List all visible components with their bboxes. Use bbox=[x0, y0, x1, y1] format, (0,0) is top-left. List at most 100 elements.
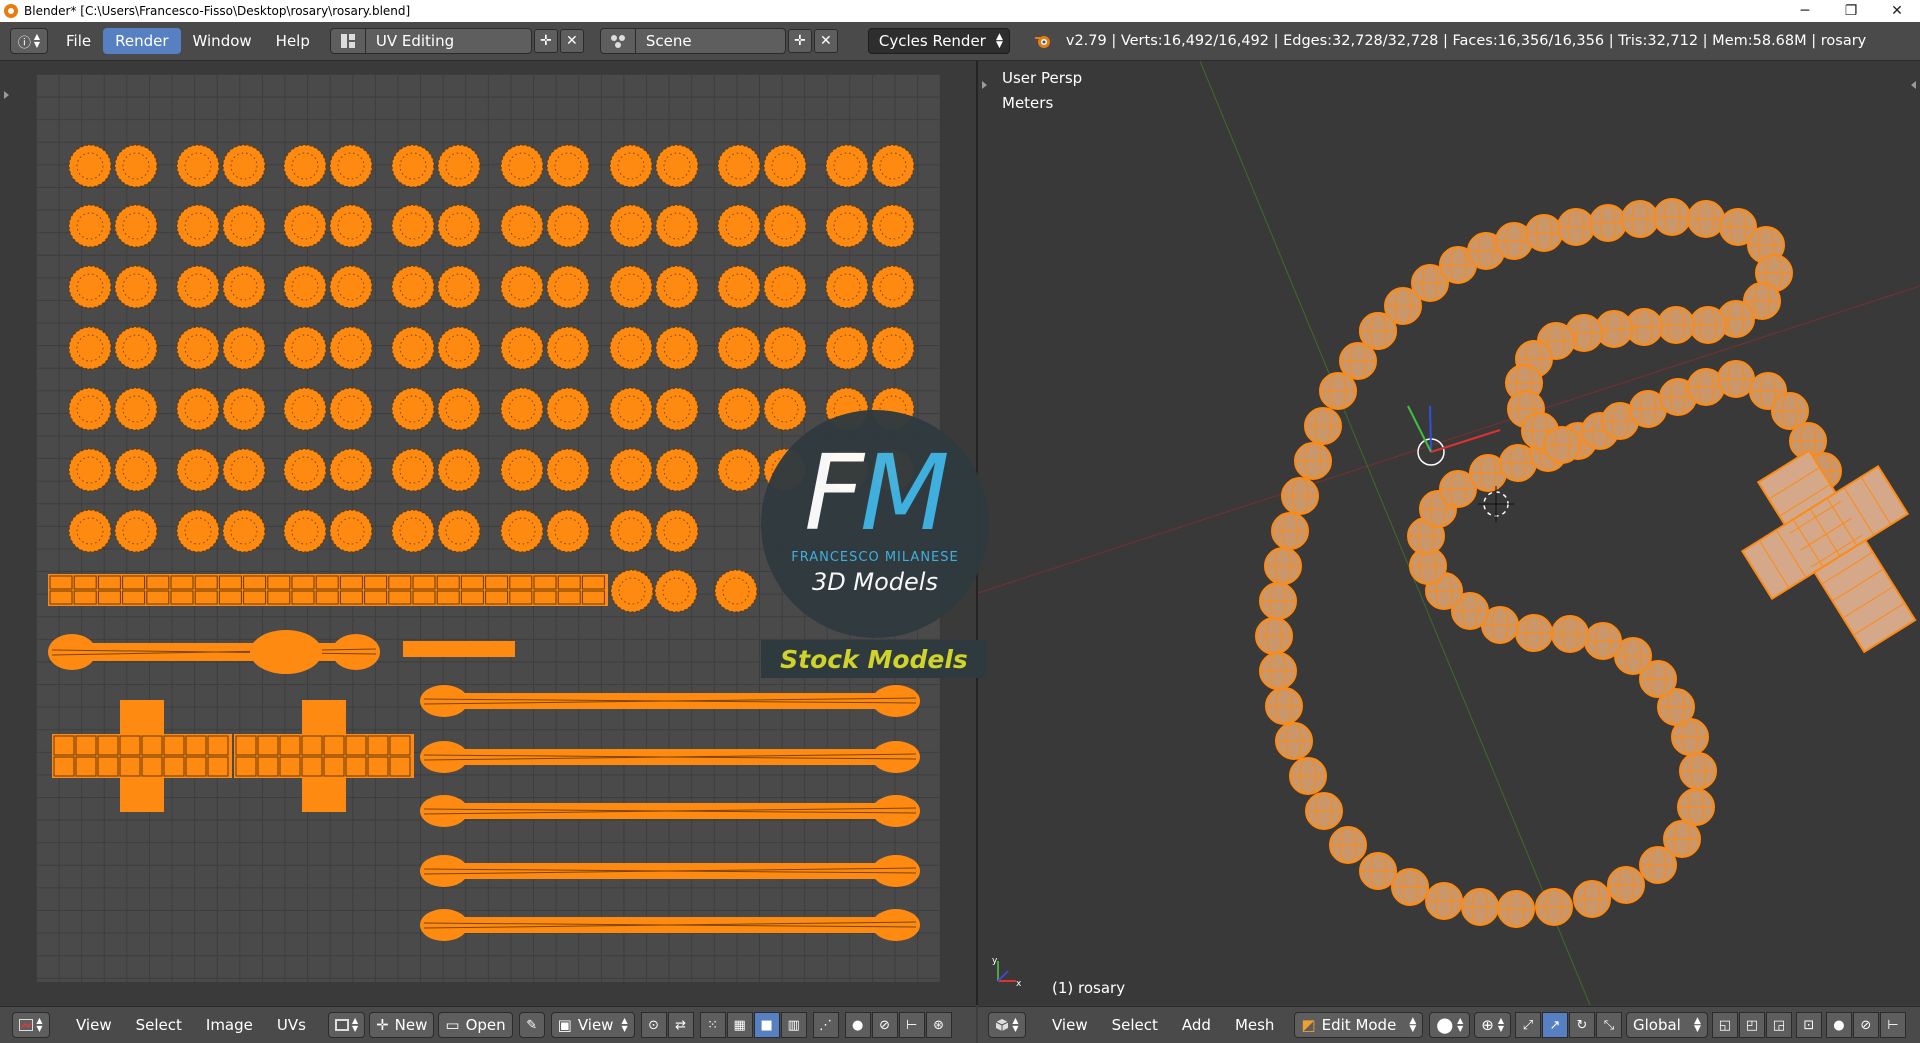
viewport-shading-dropdown[interactable]: ⬤ ▲ ▼ bbox=[1429, 1012, 1471, 1038]
rosary-bead[interactable] bbox=[1557, 208, 1595, 246]
uv-link-island[interactable] bbox=[420, 855, 920, 887]
manipulator-z-arrow[interactable] bbox=[1429, 405, 1432, 453]
pin-icon[interactable]: ✎ bbox=[518, 1012, 545, 1038]
uv-bead-island[interactable] bbox=[546, 144, 590, 188]
uv-bead-island[interactable] bbox=[500, 448, 544, 492]
rosary-bead[interactable] bbox=[1573, 880, 1611, 918]
uv-bead-island[interactable] bbox=[871, 144, 915, 188]
uv-bead-island[interactable] bbox=[114, 265, 158, 309]
uv-bead-island[interactable] bbox=[609, 387, 653, 431]
add-scene-plus-icon[interactable]: ✛ bbox=[787, 29, 812, 53]
uv-bead-island[interactable] bbox=[68, 204, 112, 248]
uv-bead-island[interactable] bbox=[437, 326, 481, 370]
uv-menu-image[interactable]: Image bbox=[194, 1016, 265, 1034]
rosary-bead[interactable] bbox=[1359, 852, 1397, 890]
snap-icon[interactable]: ⊘ bbox=[871, 1012, 898, 1038]
uv-cross-island[interactable] bbox=[52, 700, 232, 812]
sticky-mode-icon[interactable]: ⋰ bbox=[812, 1012, 839, 1038]
uv-bead-island[interactable] bbox=[176, 204, 220, 248]
uv-bead-island[interactable] bbox=[546, 204, 590, 248]
uv-bead-island[interactable] bbox=[68, 387, 112, 431]
scene-icon[interactable] bbox=[601, 29, 636, 53]
uv-bead-island[interactable] bbox=[391, 387, 435, 431]
rosary-bead[interactable] bbox=[1551, 615, 1589, 653]
uv-bead-island[interactable] bbox=[610, 569, 654, 613]
uv-bead-island[interactable] bbox=[546, 265, 590, 309]
rosary-bead[interactable] bbox=[1689, 306, 1727, 344]
info-editor-type-button[interactable]: ⓘ ▲ ▼ bbox=[10, 28, 48, 54]
uv-bead-island[interactable] bbox=[176, 265, 220, 309]
uv-bead-island[interactable] bbox=[763, 265, 807, 309]
uv-bead-island[interactable] bbox=[437, 265, 481, 309]
uv-bead-island[interactable] bbox=[763, 204, 807, 248]
uv-bead-island[interactable] bbox=[500, 387, 544, 431]
uv-bead-island[interactable] bbox=[176, 144, 220, 188]
vertex-select-mode-icon[interactable]: ◱ bbox=[1711, 1012, 1738, 1038]
uv-bead-island[interactable] bbox=[329, 144, 373, 188]
snap-target-icon[interactable]: ⊢ bbox=[898, 1012, 925, 1038]
proportional-edit-icon[interactable]: ● bbox=[1825, 1012, 1852, 1038]
rosary-bead[interactable] bbox=[1515, 614, 1553, 652]
uv-bead-island[interactable] bbox=[283, 144, 327, 188]
menu-help[interactable]: Help bbox=[264, 28, 322, 54]
uv-bead-island[interactable] bbox=[283, 387, 327, 431]
uv-bead-island[interactable] bbox=[222, 387, 266, 431]
rosary-bead[interactable] bbox=[1329, 826, 1367, 864]
3d-viewport[interactable]: User Persp Meters (1) rosary y x bbox=[978, 61, 1920, 1005]
uv-bead-island[interactable] bbox=[437, 448, 481, 492]
render-engine-dropdown[interactable]: Cycles Render ▲ ▼ bbox=[867, 28, 1010, 54]
rosary-bead[interactable] bbox=[1304, 407, 1342, 445]
uv-bead-island[interactable] bbox=[500, 326, 544, 370]
rosary-bead[interactable] bbox=[1663, 820, 1701, 858]
delete-screen-x-icon[interactable]: ✕ bbox=[559, 29, 584, 53]
uv-bead-island[interactable] bbox=[176, 326, 220, 370]
pivot-point-dropdown[interactable]: ⊕ ▲ ▼ bbox=[1474, 1012, 1511, 1038]
uv-bead-island[interactable] bbox=[391, 448, 435, 492]
uv-bead-island[interactable] bbox=[222, 326, 266, 370]
uv-bead-island[interactable] bbox=[546, 326, 590, 370]
uv-bead-island[interactable] bbox=[763, 144, 807, 188]
uv-bead-island[interactable] bbox=[500, 509, 544, 553]
uv-bead-island[interactable] bbox=[546, 387, 590, 431]
toolbar-toggle-icon[interactable] bbox=[4, 91, 9, 99]
rosary-bead[interactable] bbox=[1584, 622, 1622, 660]
uv-cross-island[interactable] bbox=[234, 700, 414, 812]
rosary-bead[interactable] bbox=[1677, 788, 1715, 826]
tool-shelf-toggle-icon[interactable] bbox=[982, 81, 987, 89]
edge-select-icon[interactable]: ▦ bbox=[726, 1012, 753, 1038]
uv-bead-island[interactable] bbox=[68, 144, 112, 188]
uv-link-island[interactable] bbox=[420, 795, 920, 827]
3d-editor-type-button[interactable]: ▲ ▼ bbox=[988, 1012, 1026, 1038]
rosary-bead[interactable] bbox=[1525, 214, 1563, 252]
uv-bead-island[interactable] bbox=[437, 387, 481, 431]
uv-bead-island[interactable] bbox=[609, 265, 653, 309]
screen-layout-icon[interactable] bbox=[331, 29, 366, 53]
uv-bead-island[interactable] bbox=[114, 509, 158, 553]
uv-bead-island[interactable] bbox=[283, 204, 327, 248]
vertex-select-icon[interactable]: ⁙ bbox=[699, 1012, 726, 1038]
new-image-button[interactable]: ✛ New bbox=[369, 1012, 435, 1038]
uv-bead-island[interactable] bbox=[609, 204, 653, 248]
transform-orientation-dropdown[interactable]: Global ▲ ▼ bbox=[1626, 1012, 1708, 1038]
restore-button[interactable]: ❐ bbox=[1828, 0, 1874, 22]
uv-bead-island[interactable] bbox=[500, 144, 544, 188]
uv-bead-island[interactable] bbox=[655, 448, 699, 492]
rosary-bead[interactable] bbox=[1687, 200, 1725, 238]
rosary-bead[interactable] bbox=[1425, 882, 1463, 920]
uv-bead-island[interactable] bbox=[609, 448, 653, 492]
uv-bead-island[interactable] bbox=[329, 204, 373, 248]
manipulator-x-arrow[interactable] bbox=[1430, 429, 1501, 453]
uv-bead-island[interactable] bbox=[871, 265, 915, 309]
uv-bead-island[interactable] bbox=[391, 265, 435, 309]
uv-bead-island[interactable] bbox=[654, 569, 698, 613]
uv-bead-island[interactable] bbox=[717, 326, 761, 370]
rosary-bead[interactable] bbox=[1653, 198, 1691, 236]
scale-manipulator-icon[interactable]: ⤡ bbox=[1596, 1012, 1622, 1038]
scene-selector[interactable]: Scene bbox=[599, 28, 786, 54]
uv-bead-island[interactable] bbox=[717, 204, 761, 248]
rosary-bead[interactable] bbox=[1289, 757, 1327, 795]
uv-link-island[interactable] bbox=[48, 634, 380, 670]
rosary-bead[interactable] bbox=[1259, 582, 1297, 620]
uv-chain-strip[interactable] bbox=[48, 574, 608, 606]
uv-bead-island[interactable] bbox=[655, 509, 699, 553]
